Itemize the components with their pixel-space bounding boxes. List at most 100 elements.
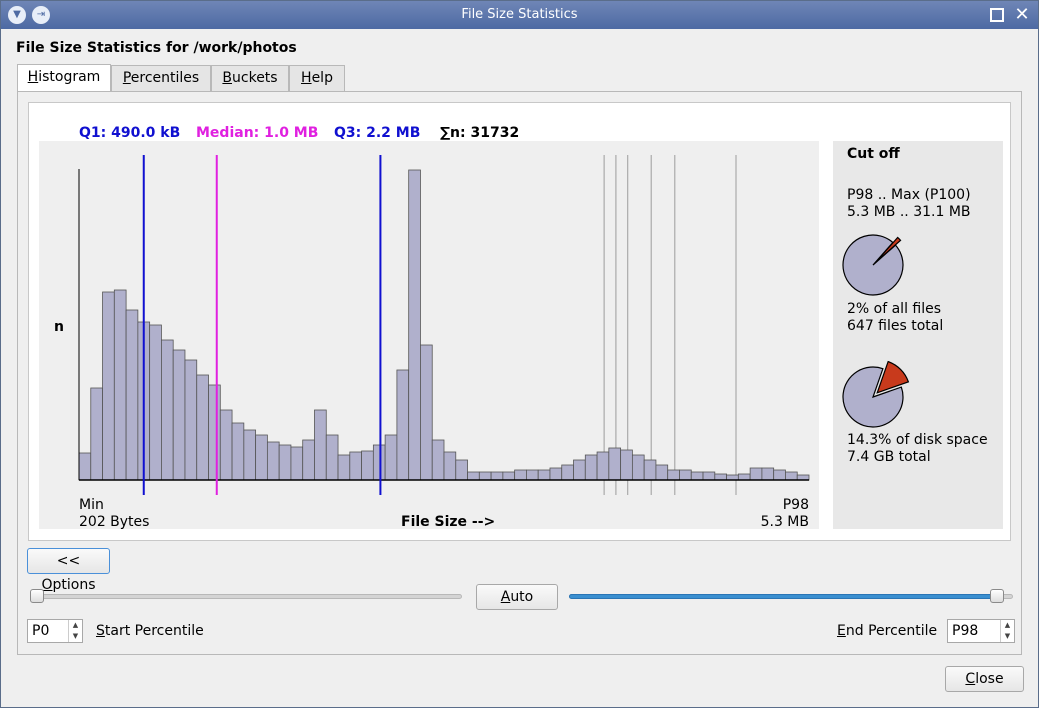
end-slider-handle[interactable] bbox=[990, 589, 1005, 603]
tab-percentiles[interactable]: Percentiles bbox=[111, 65, 211, 92]
histogram-view: Q1: 490.0 kB Median: 1.0 MB Q3: 2.2 MB ∑… bbox=[28, 102, 1011, 541]
histogram-bar bbox=[608, 447, 622, 481]
histogram-bar bbox=[90, 387, 103, 481]
close-button[interactable]: Close bbox=[945, 666, 1024, 692]
auto-mnemonic: A bbox=[500, 589, 511, 605]
start-label-text: tart Percentile bbox=[104, 623, 204, 639]
start-percentile-label: Start Percentile bbox=[96, 623, 204, 639]
histogram-bar bbox=[149, 324, 162, 481]
maximize-icon[interactable] bbox=[990, 8, 1004, 22]
y-axis-label: n bbox=[54, 319, 64, 335]
window-title: File Size Statistics bbox=[461, 7, 578, 22]
histogram-bar bbox=[455, 459, 468, 481]
histogram-bar bbox=[431, 439, 445, 481]
histogram-bar bbox=[667, 469, 680, 481]
disk-space-total: 7.4 GB total bbox=[847, 449, 931, 465]
start-percentile-slider[interactable] bbox=[32, 594, 462, 599]
close-window-icon[interactable]: ✕ bbox=[1013, 6, 1031, 24]
files-percent: 2% of all files bbox=[847, 301, 942, 317]
tab-histogram[interactable]: Histogram bbox=[17, 64, 111, 93]
cutoff-range-label: P98 .. Max (P100) bbox=[847, 187, 971, 203]
histogram-bar bbox=[219, 409, 233, 481]
histogram-bar bbox=[714, 473, 727, 481]
histogram-bar bbox=[761, 467, 775, 481]
histogram-chart: n Min 202 Bytes File Size --> P98 5.3 MB bbox=[39, 141, 819, 530]
sum-label: ∑n: 31732 bbox=[440, 125, 520, 141]
histogram-bar bbox=[349, 451, 362, 481]
spin-arrows-icon[interactable]: ▲ ▼ bbox=[68, 620, 82, 642]
histogram-bar bbox=[255, 434, 268, 481]
histogram-bar bbox=[490, 471, 504, 481]
cutoff-range-value: 5.3 MB .. 31.1 MB bbox=[847, 204, 971, 220]
close-mnemonic: C bbox=[965, 671, 976, 687]
histogram-bar bbox=[396, 369, 410, 481]
histogram-svg bbox=[78, 155, 810, 495]
histogram-bar bbox=[161, 339, 174, 481]
disk-space-pie-chart bbox=[842, 360, 910, 428]
auto-label: uto bbox=[510, 589, 534, 605]
spin-arrows-icon[interactable]: ▲ ▼ bbox=[1000, 620, 1014, 642]
files-total: 647 files total bbox=[847, 318, 944, 334]
histogram-bar bbox=[679, 469, 692, 481]
end-percentile-spinbox[interactable]: P98 ▲ ▼ bbox=[947, 619, 1015, 643]
histogram-bar bbox=[172, 349, 186, 481]
histogram-bar bbox=[620, 449, 633, 481]
histogram-bar bbox=[113, 289, 127, 481]
start-slider-handle[interactable] bbox=[30, 589, 44, 603]
start-percentile-spinbox[interactable]: P0 ▲ ▼ bbox=[27, 619, 83, 643]
histogram-bar bbox=[737, 473, 751, 481]
histogram-bar bbox=[773, 469, 786, 481]
histogram-bar bbox=[408, 169, 421, 481]
window: ▼ ⇥ File Size Statistics ✕ File Size Sta… bbox=[0, 0, 1039, 708]
histogram-bar bbox=[102, 291, 115, 481]
tab-buckets-mnemonic: B bbox=[222, 70, 233, 86]
histogram-bar bbox=[584, 454, 598, 481]
auto-button[interactable]: Auto bbox=[476, 584, 558, 610]
tab-histogram-label: istogram bbox=[38, 69, 101, 85]
histogram-bar bbox=[290, 446, 304, 481]
q3-label: Q3: 2.2 MB bbox=[334, 125, 421, 141]
histogram-bar bbox=[549, 467, 563, 481]
x-min-value: 202 Bytes bbox=[79, 514, 150, 530]
histogram-bar bbox=[372, 444, 386, 481]
title-bar: ▼ ⇥ File Size Statistics ✕ bbox=[1, 1, 1038, 29]
histogram-bar bbox=[561, 464, 574, 481]
histogram-bar bbox=[749, 467, 763, 481]
histogram-bar bbox=[596, 451, 610, 481]
histogram-bar bbox=[420, 344, 433, 481]
histogram-bar bbox=[266, 441, 280, 481]
histogram-bar bbox=[314, 409, 327, 481]
histogram-bar bbox=[537, 469, 551, 481]
tab-help[interactable]: Help bbox=[289, 65, 345, 92]
end-label-text: nd Percentile bbox=[845, 623, 938, 639]
options-prefix: << bbox=[56, 553, 81, 569]
start-label-mnemonic: S bbox=[96, 623, 105, 639]
cutoff-panel: Cut off P98 .. Max (P100) 5.3 MB .. 31.1… bbox=[833, 141, 1003, 529]
x-min-label: Min bbox=[79, 497, 104, 513]
median-label: Median: 1.0 MB bbox=[196, 125, 319, 141]
disk-space-pie-cutoff-slice bbox=[876, 360, 910, 394]
histogram-bar bbox=[302, 439, 315, 481]
histogram-bar bbox=[184, 359, 198, 481]
histogram-bar bbox=[208, 384, 221, 481]
histogram-bar bbox=[243, 429, 257, 481]
x-max-value: 5.3 MB bbox=[760, 514, 809, 530]
page-title: File Size Statistics for /work/photos bbox=[16, 40, 297, 56]
tab-buckets[interactable]: Buckets bbox=[211, 65, 289, 92]
options-button[interactable]: << Options bbox=[27, 548, 110, 593]
close-label: lose bbox=[975, 671, 1004, 687]
histogram-bar bbox=[631, 454, 645, 481]
histogram-bar bbox=[643, 459, 657, 481]
start-spin-value: P0 bbox=[32, 623, 50, 639]
histogram-bar bbox=[231, 422, 245, 481]
tab-help-mnemonic: H bbox=[301, 70, 312, 86]
histogram-bar bbox=[478, 471, 492, 481]
end-spin-value: P98 bbox=[952, 623, 979, 639]
histogram-bar bbox=[655, 464, 669, 481]
histogram-bar bbox=[361, 450, 374, 481]
cutoff-title: Cut off bbox=[847, 146, 900, 162]
tab-panel: Q1: 490.0 kB Median: 1.0 MB Q3: 2.2 MB ∑… bbox=[17, 91, 1022, 655]
histogram-bar bbox=[325, 434, 339, 481]
x-axis-label: File Size --> bbox=[401, 514, 496, 530]
options-label: ptions bbox=[52, 577, 96, 593]
